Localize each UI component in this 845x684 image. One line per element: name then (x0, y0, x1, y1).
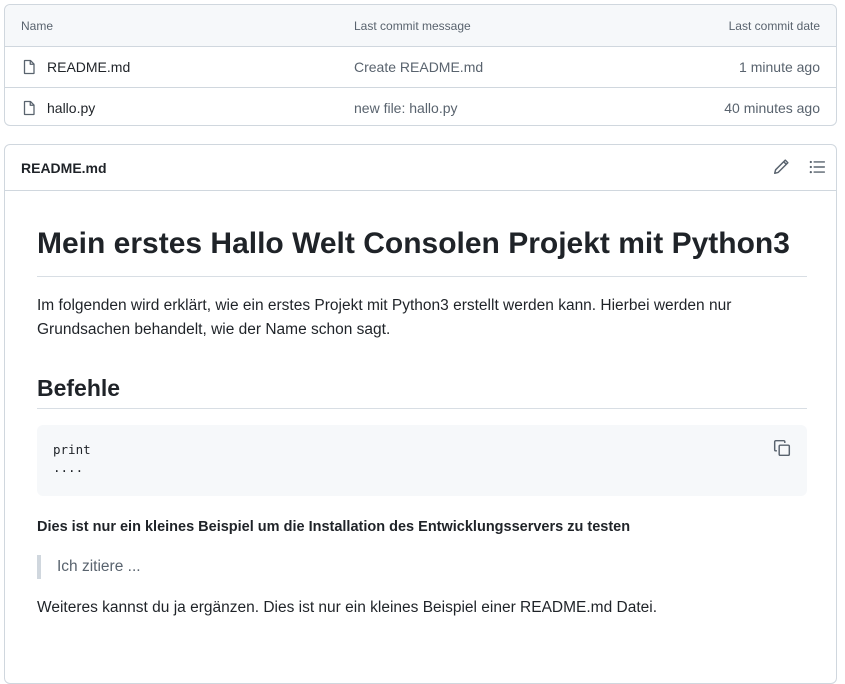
commit-message-link[interactable]: new file: hallo.py (354, 88, 458, 128)
commit-message-link[interactable]: Create README.md (354, 47, 483, 87)
file-row-hallo-py[interactable]: hallo.py new file: hallo.py 40 minutes a… (5, 87, 836, 128)
readme-header: README.md (5, 145, 836, 191)
bold-paragraph: Dies ist nur ein kleines Beispiel um die… (37, 519, 631, 535)
readme-panel: README.md Mein erstes Hallo Welt Console… (4, 144, 837, 684)
intro-paragraph: Im folgenden wird erklärt, wie ein erste… (37, 297, 732, 338)
list-unordered-icon[interactable] (808, 158, 826, 176)
readme-heading-h2: Befehle (37, 373, 807, 409)
code-line: print (53, 442, 91, 457)
file-name-link[interactable]: hallo.py (47, 100, 95, 116)
column-header-commit-date: Last commit date (728, 18, 820, 33)
column-header-name: Name (21, 18, 54, 33)
code-block: print .... (37, 425, 807, 496)
file-row-readme[interactable]: README.md Create README.md 1 minute ago (5, 47, 836, 87)
code-line: .... (53, 460, 84, 475)
blockquote: Ich zitiere ... (37, 555, 807, 579)
file-icon (23, 100, 35, 116)
file-list-header: Name Last commit message Last commit dat… (5, 5, 836, 47)
file-icon (23, 59, 35, 75)
file-name-cell: README.md (21, 47, 130, 87)
file-list-table: Name Last commit message Last commit dat… (4, 4, 837, 126)
readme-title[interactable]: README.md (21, 145, 107, 190)
commit-date: 1 minute ago (739, 59, 820, 75)
pencil-icon[interactable] (772, 158, 790, 176)
readme-heading-h1: Mein erstes Hallo Welt Consolen Projekt … (37, 223, 807, 277)
file-name-cell: hallo.py (21, 88, 95, 128)
column-header-commit-message: Last commit message (354, 18, 471, 33)
closing-paragraph: Weiteres kannst du ja ergänzen. Dies ist… (37, 599, 657, 616)
markdown-body: Mein erstes Hallo Welt Consolen Projekt … (37, 191, 807, 620)
file-name-link[interactable]: README.md (47, 59, 130, 75)
copy-icon[interactable] (773, 439, 791, 457)
commit-date: 40 minutes ago (724, 100, 820, 116)
